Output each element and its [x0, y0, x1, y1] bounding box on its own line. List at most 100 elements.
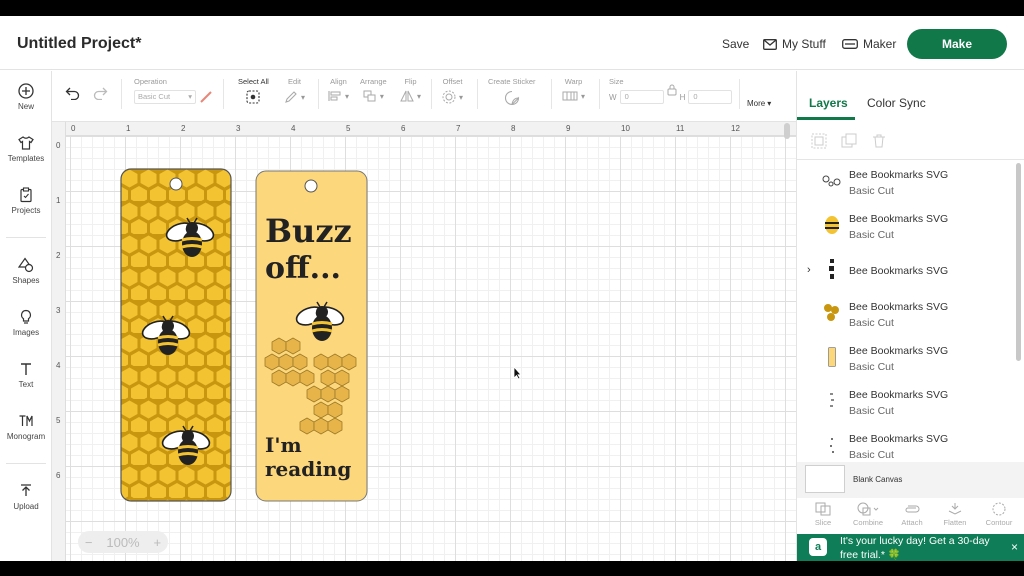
plus-circle-icon — [18, 83, 34, 99]
layer-item-group[interactable]: › Bee Bookmarks SVG — [797, 248, 1015, 292]
group-icon[interactable] — [811, 133, 827, 149]
layer-thumbnail — [821, 214, 843, 236]
create-sticker-button[interactable]: Create Sticker — [488, 77, 536, 106]
rail-templates[interactable]: Templates — [0, 135, 52, 163]
tab-layers[interactable]: Layers — [809, 96, 848, 110]
design-canvas[interactable]: 0 1 2 3 4 5 6 7 8 9 10 11 12 0 1 2 3 4 5… — [52, 122, 796, 561]
buzz-off-bookmark[interactable]: Buzz off... I'm reading — [255, 170, 369, 504]
ruler-tick: 3 — [236, 124, 241, 133]
blank-canvas-thumbnail — [805, 465, 845, 493]
ruler-tick: 3 — [56, 306, 61, 315]
maker-button[interactable]: Maker — [842, 37, 896, 51]
align-button[interactable]: Align ▾ — [328, 77, 349, 102]
canvas-scrollbar-vertical[interactable] — [784, 123, 790, 139]
edit-button[interactable]: Edit ▾ — [284, 77, 305, 104]
promo-banner[interactable]: a It's your lucky day! Get a 30-day free… — [797, 534, 1024, 561]
ruler-top — [52, 122, 796, 136]
offset-button[interactable]: Offset ▾ — [442, 77, 463, 104]
slice-button[interactable]: Slice — [801, 502, 845, 527]
layer-name: Bee Bookmarks SVG — [849, 213, 949, 225]
layers-scrollbar[interactable] — [1016, 163, 1021, 361]
attach-button[interactable]: Attach — [890, 502, 934, 527]
blank-canvas-row[interactable]: Blank Canvas — [797, 462, 1024, 498]
ruler-tick: 12 — [731, 124, 740, 133]
zoom-in-button[interactable]: + — [153, 535, 161, 550]
clipboard-icon — [20, 187, 32, 203]
more-label: More — [747, 99, 766, 108]
redo-icon[interactable] — [93, 87, 108, 100]
lock-icon[interactable] — [667, 84, 677, 96]
combine-button[interactable]: Combine — [846, 502, 890, 527]
layer-item[interactable]: Bee Bookmarks SVG Basic Cut — [797, 424, 1015, 462]
rail-text-label: Text — [18, 380, 34, 389]
rail-monogram[interactable]: Monogram — [0, 413, 52, 441]
ruler-tick: 7 — [456, 124, 461, 133]
ruler-tick: 4 — [291, 124, 296, 133]
bookmark-text-reading: reading — [265, 457, 351, 481]
combine-label: Combine — [852, 518, 883, 527]
layer-item[interactable]: Bee Bookmarks SVG Basic Cut — [797, 204, 1015, 248]
layer-item[interactable]: Bee Bookmarks SVG Basic Cut — [797, 380, 1015, 424]
flip-label: Flip — [404, 77, 417, 86]
rail-divider — [6, 237, 46, 238]
combine-icon — [857, 502, 879, 516]
expand-chevron-icon[interactable]: › — [807, 264, 811, 276]
zoom-control: − 100% + — [78, 531, 168, 553]
zoom-level: 100% — [106, 534, 140, 550]
sticker-icon — [504, 90, 519, 106]
layer-item[interactable]: Bee Bookmarks SVG Basic Cut — [797, 336, 1015, 380]
layer-name: Bee Bookmarks SVG — [849, 301, 949, 313]
shirt-icon — [18, 136, 34, 150]
my-stuff-button[interactable]: My Stuff — [763, 37, 826, 51]
my-stuff-label: My Stuff — [782, 37, 826, 51]
layer-action-bar: Slice Combine Attach Flatten Contour — [797, 498, 1024, 534]
arrange-button[interactable]: Arrange ▾ — [360, 77, 387, 102]
operation-select[interactable]: Basic Cut ▾ — [134, 90, 196, 104]
close-icon[interactable]: × — [1011, 540, 1018, 554]
rail-templates-label: Templates — [7, 154, 45, 163]
project-title[interactable]: Untitled Project* — [17, 35, 141, 53]
layer-name: Bee Bookmarks SVG — [849, 169, 949, 181]
flatten-button[interactable]: Flatten — [933, 502, 977, 527]
toolbar-divider — [551, 79, 552, 109]
zoom-out-button[interactable]: − — [85, 535, 93, 550]
honeycomb-bookmark[interactable] — [120, 168, 232, 502]
active-tab-indicator — [797, 117, 855, 120]
undo-icon[interactable] — [65, 87, 80, 100]
height-input[interactable]: 0 — [688, 90, 733, 104]
promo-app-icon: a — [809, 538, 827, 556]
rail-new[interactable]: New — [0, 83, 52, 111]
pen-color-icon[interactable] — [199, 90, 213, 104]
save-button[interactable]: Save — [722, 37, 749, 51]
bookmark-text-off: off... — [265, 251, 341, 286]
rail-text[interactable]: Text — [0, 361, 52, 389]
duplicate-icon[interactable] — [841, 133, 857, 149]
height-label: H — [679, 92, 686, 102]
select-all-button[interactable]: Select All — [238, 77, 269, 104]
flip-button[interactable]: Flip ▾ — [400, 77, 421, 102]
upload-icon — [21, 484, 31, 496]
header: Untitled Project* Save My Stuff Maker Ma… — [0, 16, 1024, 70]
layer-item[interactable]: Bee Bookmarks SVG Basic Cut — [797, 292, 1015, 336]
contour-button[interactable]: Contour — [977, 502, 1021, 527]
envelope-icon — [763, 38, 777, 50]
warp-button[interactable]: Warp ▾ — [562, 77, 585, 102]
rail-shapes[interactable]: Shapes — [0, 257, 52, 285]
make-button[interactable]: Make — [907, 29, 1007, 59]
align-icon — [328, 91, 341, 101]
width-input[interactable]: 0 — [619, 90, 664, 104]
rail-projects[interactable]: Projects — [0, 187, 52, 215]
ruler-tick: 5 — [56, 416, 61, 425]
tab-color-sync[interactable]: Color Sync — [867, 96, 926, 110]
rail-images[interactable]: Images — [0, 309, 52, 337]
layer-thumbnail — [821, 170, 843, 192]
flatten-label: Flatten — [943, 518, 967, 527]
trash-icon[interactable] — [871, 133, 887, 149]
more-button[interactable]: More ▾ — [747, 99, 771, 108]
text-t-icon — [21, 363, 31, 375]
edit-toolbar: Operation Basic Cut ▾ Select All Edit ▾ A… — [52, 71, 796, 122]
layer-name: Bee Bookmarks SVG — [849, 265, 949, 277]
rail-upload[interactable]: Upload — [0, 483, 52, 511]
ruler-tick: 10 — [621, 124, 630, 133]
layer-item[interactable]: Bee Bookmarks SVG Basic Cut — [797, 160, 1015, 204]
